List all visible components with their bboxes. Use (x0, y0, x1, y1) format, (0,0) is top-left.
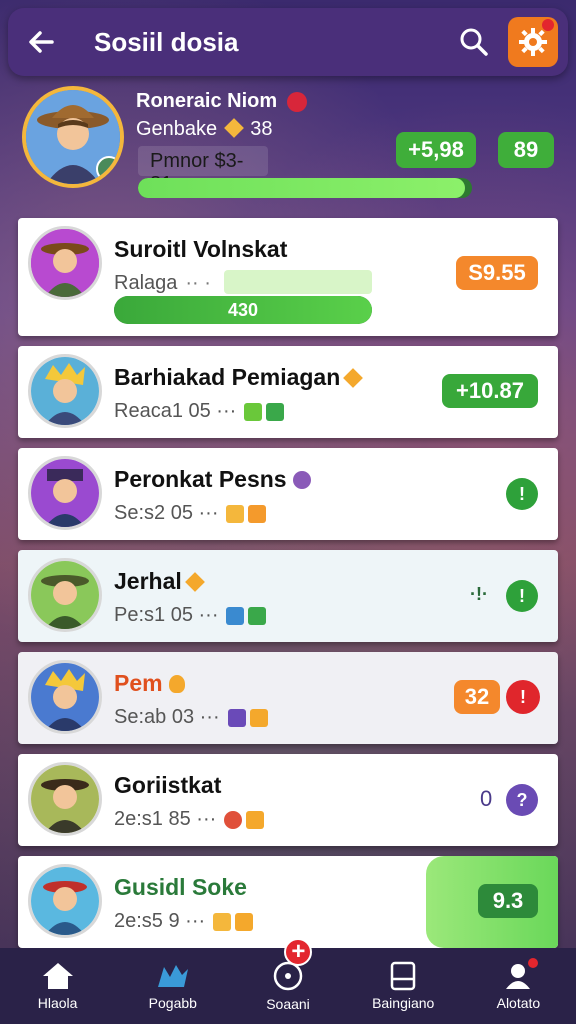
money-badge: +5,98 (396, 132, 476, 168)
page-title: Sosiil dosia (94, 26, 239, 57)
red-emblem-icon (286, 91, 307, 112)
item-subtitle: Ralaga ·· · (114, 272, 211, 294)
amount-badge: +10.87 (442, 374, 538, 408)
home-icon (42, 963, 73, 989)
back-button[interactable] (18, 19, 64, 65)
top-bar: Sosiil dosia (8, 8, 568, 76)
item-name: Goriistkat (114, 772, 222, 798)
item-progress-bar: 430 (114, 296, 372, 324)
progress-label: Pmnor $3-81 (138, 146, 268, 195)
amount-badge: S9.55 (456, 256, 538, 290)
item-name: Peronkat Pesns (114, 466, 311, 493)
item-subtitle: 2e:s1 85 ··· (114, 808, 265, 831)
amount-badge: 32 (454, 680, 500, 714)
item-subtitle: Se:s2 05 ··· (114, 502, 267, 525)
item-subtitle: Pe:s1 05 ··· (114, 604, 267, 627)
list-item[interactable]: Goriistkat 2e:s1 85 ··· 0 ? (18, 754, 558, 846)
profile-name: Roneraic Niom (136, 90, 307, 113)
progress-fill: 430 (114, 296, 372, 324)
avatar (28, 864, 102, 938)
nav-label: Baingiano (372, 995, 435, 1011)
item-subtitle: Se:ab 03 ··· (114, 706, 268, 729)
item-name: Pem (114, 670, 185, 697)
nav-label: Pogabb (148, 995, 197, 1011)
add-icon[interactable]: + (284, 938, 313, 966)
item-subtitle: Reaca1 05 ··· (114, 400, 285, 423)
flame-icon (168, 674, 185, 693)
item-name: Jerhal (114, 568, 205, 595)
profile-subtitle: Genbake 38 (136, 118, 273, 140)
nav-inbox[interactable]: Baingiano (346, 948, 461, 1024)
list-item[interactable]: Suroitl Volnskat Ralaga ·· · 430 S9.55 (18, 218, 558, 336)
list-item[interactable]: Pem Se:ab 03 ··· 32 ! (18, 652, 558, 744)
nav-home[interactable]: Hlaola (0, 948, 115, 1024)
reaction-icon (224, 810, 265, 829)
reaction-icon (213, 912, 254, 931)
avatar (28, 226, 102, 300)
shield-icon (292, 470, 311, 489)
item-name: Gusidl Soke (114, 874, 247, 900)
progress-value: 430 (227, 299, 259, 320)
avatar (28, 456, 102, 530)
profile-progress-bar (138, 178, 472, 198)
nav-profile[interactable]: Alotato (461, 948, 576, 1024)
progress-fill (138, 178, 466, 198)
bottom-navigation: Hlaola Pogabb + Soaani Baingiano Alotato (0, 938, 576, 1024)
item-subtitle: 2e:s5 9 ··· (114, 910, 254, 933)
avatar (28, 762, 102, 836)
avatar (28, 354, 102, 428)
list-item[interactable]: Gusidl Soke 2e:s5 9 ··· 9.3 (18, 856, 558, 948)
search-button[interactable] (452, 20, 496, 64)
status-indicator[interactable]: ! (506, 580, 538, 612)
side-text: 0 (480, 786, 493, 811)
level-badge-icon (96, 156, 120, 182)
nav-label: Alotato (496, 995, 541, 1011)
item-name: Barhiakad Pemiagan (114, 364, 364, 391)
notification-dot (528, 958, 539, 968)
search-icon (460, 28, 488, 56)
avatar (28, 558, 102, 632)
settings-button[interactable] (508, 17, 558, 67)
profile-summary: Roneraic Niom Genbake 38 Pmnor $3-81 +5,… (20, 84, 560, 204)
avatar (28, 660, 102, 734)
nav-label: Hlaola (37, 995, 78, 1011)
back-arrow-icon (29, 31, 54, 53)
player-list: Suroitl Volnskat Ralaga ·· · 430 S9.55 Ba… (18, 218, 558, 958)
highlight-strip (224, 270, 372, 294)
reaction-icon (226, 504, 267, 523)
leaderboard-icon (157, 965, 188, 987)
nav-label: Soaani (266, 996, 310, 1012)
gem-icon (184, 571, 205, 592)
list-item[interactable]: Peronkat Pesns Se:s2 05 ··· ! (18, 448, 558, 540)
gem-icon (223, 118, 244, 138)
reaction-icon (226, 606, 267, 625)
side-text: ·!· (470, 584, 488, 604)
gem-icon (343, 367, 364, 388)
list-item[interactable]: Barhiakad Pemiagan Reaca1 05 ··· +10.87 (18, 346, 558, 438)
notification-dot (542, 19, 554, 31)
item-name: Suroitl Volnskat (114, 236, 288, 262)
list-item[interactable]: Jerhal Pe:s1 05 ··· ·!· ! (18, 550, 558, 642)
amount-badge: 9.3 (478, 884, 538, 918)
status-indicator[interactable]: ! (506, 478, 538, 510)
gear-icon (519, 28, 547, 56)
nav-leaderboard[interactable]: Pogabb (115, 948, 230, 1024)
help-indicator[interactable]: ? (506, 784, 538, 816)
inbox-icon (390, 961, 416, 991)
reaction-icon (227, 708, 268, 727)
thumbs-up-icon (244, 402, 285, 421)
score-badge: 89 (498, 132, 554, 168)
nav-explore[interactable]: + Soaani (230, 938, 345, 1024)
avatar[interactable] (22, 86, 124, 188)
alert-indicator[interactable]: ! (506, 680, 540, 714)
